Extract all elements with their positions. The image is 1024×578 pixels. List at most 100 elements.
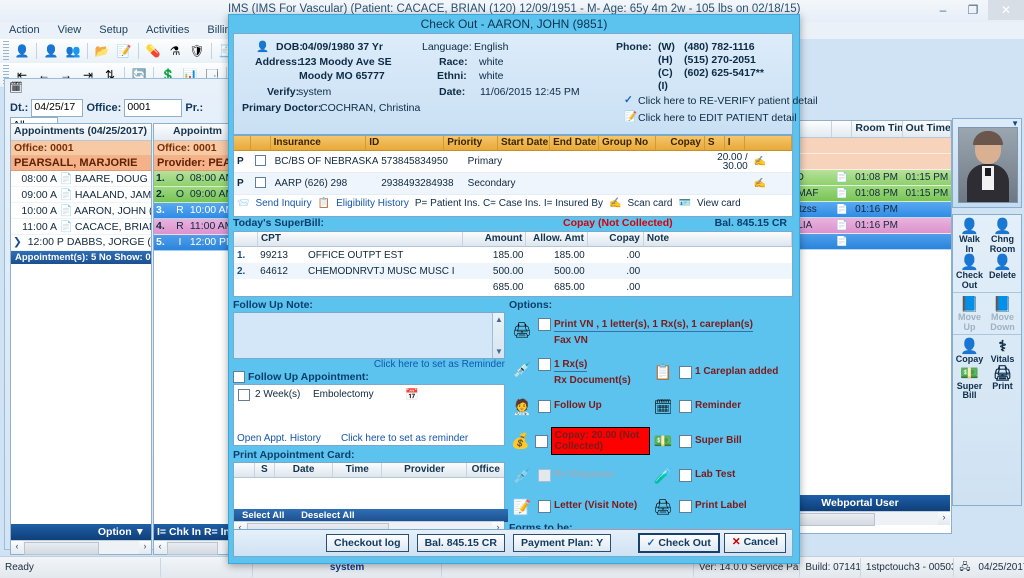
print-label-checkbox[interactable]: [679, 500, 692, 513]
follow-up-option-checkbox[interactable]: [538, 400, 551, 413]
open-appointment-history-link[interactable]: Open Appt. History: [237, 433, 321, 444]
menu-item-view[interactable]: View: [49, 22, 91, 36]
restore-icon[interactable]: ❐: [958, 0, 988, 20]
eligibility-history-link[interactable]: Eligibility History: [336, 198, 409, 209]
menu-item-setup[interactable]: Setup: [90, 22, 137, 36]
document-icon[interactable]: 📄: [60, 220, 72, 233]
edit-patient-link[interactable]: Click here to EDIT PATIENT detail: [638, 112, 797, 124]
menu-item-action[interactable]: Action: [0, 22, 49, 36]
list-item-selected[interactable]: ❯ 12:00 P DABBS, JORGE (8570): [11, 235, 151, 251]
list-item[interactable]: 09:00 A 📄 HAALAND, JAMES (9: [11, 187, 151, 203]
rx-documents-label[interactable]: Rx Document(s): [554, 376, 631, 387]
checkout-log-button[interactable]: Checkout log: [326, 534, 409, 552]
scrollbar-thumb[interactable]: [24, 542, 99, 555]
room-icon[interactable]: 📄: [832, 204, 852, 215]
rx-icon[interactable]: 💊: [143, 41, 163, 61]
document-icon[interactable]: 📄: [60, 204, 72, 217]
minimize-icon[interactable]: –: [928, 0, 958, 20]
change-room-button[interactable]: 👤 Chng Room: [986, 218, 1019, 254]
lab-test-checkbox[interactable]: [679, 469, 692, 482]
rx-label[interactable]: 1 Rx(s): [554, 360, 587, 372]
scan-card-icon[interactable]: ✍: [751, 156, 772, 167]
edit-note-icon[interactable]: 📝: [114, 41, 134, 61]
payment-plan-button[interactable]: Payment Plan: Y: [513, 534, 611, 552]
scroll-right-icon[interactable]: ›: [938, 512, 950, 525]
walk-in-button[interactable]: 👤 Walk In: [953, 218, 986, 254]
super-bill-button[interactable]: 💵 Super Bill: [953, 365, 986, 401]
scroll-left-icon[interactable]: ‹: [11, 541, 23, 554]
patient-check-icon[interactable]: 👥: [63, 41, 83, 61]
room-icon[interactable]: 📄: [832, 172, 852, 183]
office-select[interactable]: 0001: [124, 99, 182, 117]
shield-icon[interactable]: 🛡: [187, 41, 207, 61]
interval-checkbox[interactable]: [238, 389, 250, 401]
table-row[interactable]: P AARP (626) 298 2938493284938 Secondary…: [234, 173, 792, 195]
document-icon[interactable]: 📄: [60, 188, 72, 201]
room-icon[interactable]: 📄: [832, 188, 852, 199]
list-item[interactable]: 11:00 A 📄 CACACE, BRIAN (120: [11, 219, 151, 235]
balance-button[interactable]: Bal. 845.15 CR: [417, 534, 505, 552]
scan-card-label[interactable]: Scan card: [627, 198, 672, 209]
list-item[interactable]: 5. I 12:00 PM: [154, 235, 238, 251]
scrollbar-thumb[interactable]: [167, 542, 218, 555]
list-item[interactable]: 3. R 10:00 AM: [154, 203, 238, 219]
copay-checkbox[interactable]: [535, 435, 548, 448]
table-row[interactable]: 2. 64612 CHEMODNRVTJ MUSC MUSC I 500.00 …: [234, 263, 792, 279]
document-icon[interactable]: 📄: [60, 172, 72, 185]
patient-icon[interactable]: 👤: [12, 41, 32, 61]
select-all-link[interactable]: Select All: [242, 510, 284, 521]
scroll-right-icon[interactable]: ›: [139, 541, 151, 554]
table-row[interactable]: 1. 99213 OFFICE OUTPT EST 185.00 185.00 …: [234, 247, 792, 263]
fax-vn-label[interactable]: Fax VN: [554, 336, 753, 347]
print-button[interactable]: 🖨 Print: [986, 365, 1019, 401]
list-item[interactable]: 10:00 A 📄 AARON, JOHN (9851: [11, 203, 151, 219]
menu-item-activities[interactable]: Activities: [137, 22, 198, 36]
list-item[interactable]: 08:00 A 📄 BAARE, DOUG (1403: [11, 171, 151, 187]
scroll-up-icon[interactable]: ▲: [495, 315, 503, 324]
rx-checkbox[interactable]: [538, 358, 551, 371]
print-vn-label[interactable]: Print VN , 1 letter(s), 1 Rx(s), 1 carep…: [554, 320, 753, 332]
reverify-patient-link[interactable]: Click here to RE-VERIFY patient detail: [638, 95, 818, 107]
print-vn-checkbox[interactable]: [538, 318, 551, 331]
follow-up-appointment-checkbox[interactable]: [233, 371, 245, 383]
row-checkbox[interactable]: [252, 155, 272, 169]
row-checkbox[interactable]: [252, 177, 272, 191]
delete-button[interactable]: 👤 Delete: [986, 254, 1019, 290]
appointment-set-reminder-link[interactable]: Click here to set as reminder: [341, 433, 468, 444]
patient-add-icon[interactable]: 👤: [41, 41, 61, 61]
list-item[interactable]: 2. O 09:00 AM: [154, 187, 238, 203]
lab-flask-icon[interactable]: ⚗: [165, 41, 185, 61]
scan-card-icon[interactable]: ✍: [751, 178, 772, 189]
list-item[interactable]: 1. O 08:00 AM: [154, 171, 238, 187]
option-dropdown-button[interactable]: Option ▼: [11, 524, 151, 540]
copay-alert-badge[interactable]: Copay: 20.00 (Not Collected): [551, 427, 650, 455]
note-scrollbar[interactable]: ▲ ▼: [492, 313, 504, 358]
date-input[interactable]: 04/25/17: [31, 99, 83, 117]
cancel-button[interactable]: ✕ Cancel: [724, 533, 786, 553]
careplan-checkbox[interactable]: [679, 366, 692, 379]
reminder-checkbox[interactable]: [679, 400, 692, 413]
check-out-button[interactable]: 👤 Check Out: [953, 254, 986, 290]
scroll-down-icon[interactable]: ▼: [495, 347, 503, 356]
copay-button[interactable]: 👤 Copay: [953, 338, 986, 365]
check-out-confirm-button[interactable]: ✓ Check Out: [638, 533, 720, 553]
letter-checkbox[interactable]: [538, 500, 551, 513]
note-set-reminder-link[interactable]: Click here to set as Reminder: [233, 359, 505, 370]
send-inquiry-link[interactable]: Send Inquiry: [255, 198, 311, 209]
room-icon[interactable]: 📄: [832, 236, 852, 247]
follow-up-note-input[interactable]: ▲ ▼: [233, 312, 505, 359]
horizontal-scrollbar[interactable]: ‹ ›: [11, 540, 151, 554]
room-icon[interactable]: 📄: [832, 220, 852, 231]
toolbar-grip[interactable]: [3, 41, 9, 61]
table-row[interactable]: P BC/BS OF NEBRASKA (15 573845834950 Pri…: [234, 151, 792, 173]
list-item[interactable]: 4. R 11:00 AM: [154, 219, 238, 235]
horizontal-scrollbar[interactable]: ‹ ›: [154, 540, 238, 554]
open-folder-icon[interactable]: 📂: [92, 41, 112, 61]
view-card-label[interactable]: View card: [697, 198, 741, 209]
calendar-icon[interactable]: 📅: [405, 388, 419, 401]
super-bill-checkbox[interactable]: [679, 435, 692, 448]
deselect-all-link[interactable]: Deselect All: [301, 510, 355, 521]
vitals-button[interactable]: ⚕ Vitals: [986, 338, 1019, 365]
scroll-left-icon[interactable]: ‹: [154, 541, 166, 554]
close-icon[interactable]: ✕: [988, 0, 1024, 20]
